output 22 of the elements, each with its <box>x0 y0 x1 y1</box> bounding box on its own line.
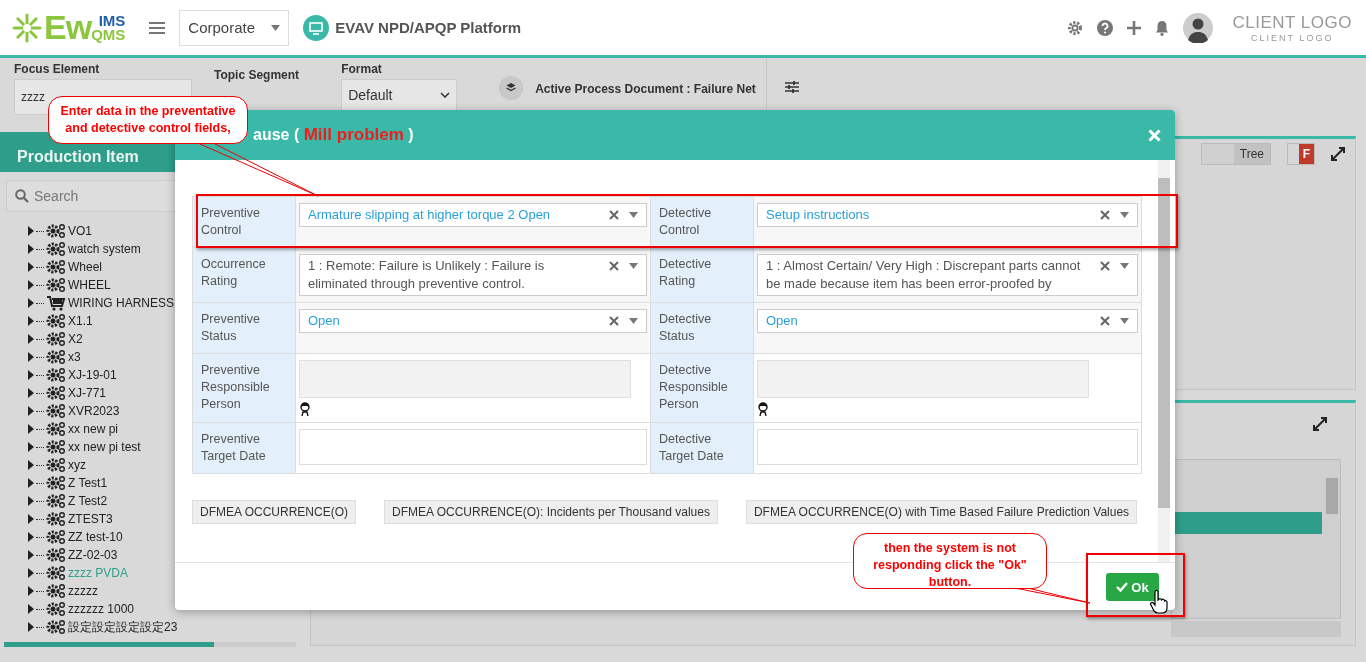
callout: then the system is not responding click the "Ok" button. <box>853 533 1047 589</box>
client-logo: CLIENT LOGO <box>1232 12 1352 33</box>
platform-title: EVAV NPD/APQP Platform <box>335 19 522 36</box>
logo-text: IMS <box>98 14 126 28</box>
field-label: Detective Rating <box>651 248 754 303</box>
field-label: Preventive Responsible Person <box>193 354 296 423</box>
logo-text: QMS <box>91 27 126 41</box>
field-label: Occurrence Rating <box>193 248 296 303</box>
field-label: Preventive Target Date <box>193 423 296 474</box>
callout: Enter data in the preventative and detective control fields, <box>48 96 248 144</box>
field-label: Focus Element <box>14 62 101 76</box>
field-label: Detective Responsible Person <box>651 354 754 423</box>
logo-text: Ew <box>44 8 92 47</box>
field-label: Preventive Control <box>193 197 296 248</box>
field-label: Format <box>341 62 383 76</box>
client-logo-tagline: CLIENT LOGO <box>1251 32 1334 43</box>
field-label: Topic Segment <box>214 68 300 82</box>
field-label: Preventive Status <box>193 303 296 354</box>
active-document-label: Active Process Document : Failure Net <box>535 82 756 96</box>
field-label: Detective Status <box>651 303 754 354</box>
field-label: Detective Control <box>651 197 754 248</box>
field-label: Detective Target Date <box>651 423 754 474</box>
